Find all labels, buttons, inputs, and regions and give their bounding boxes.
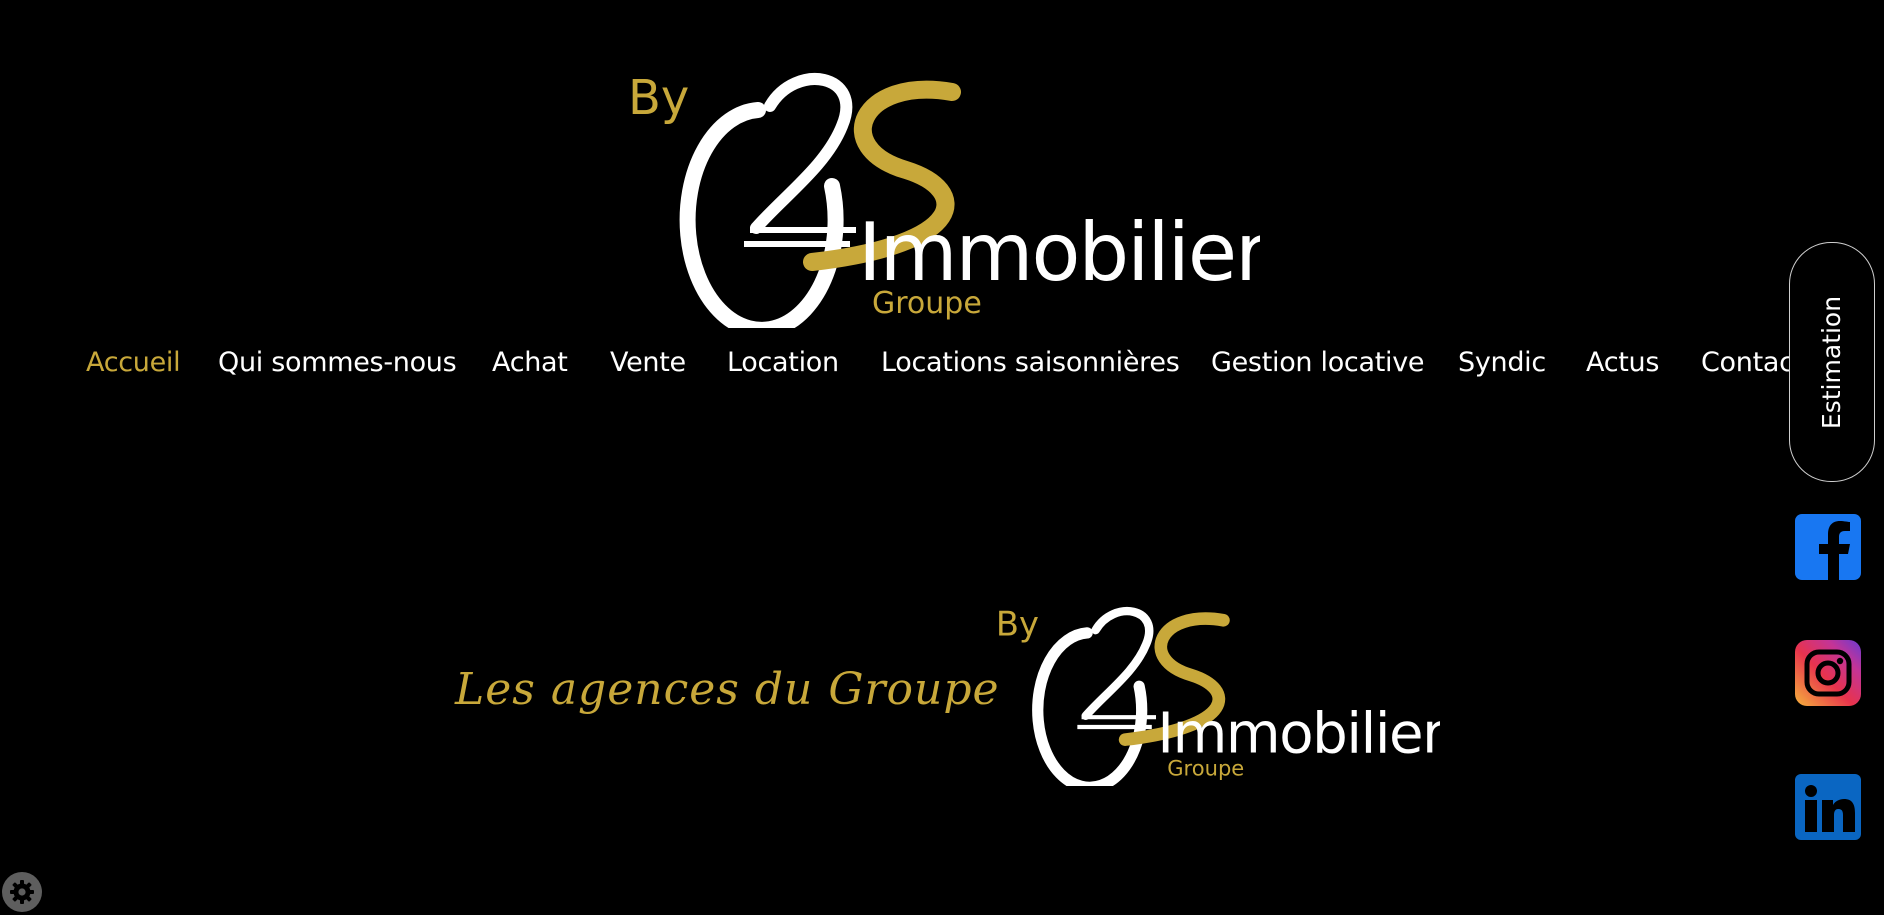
nav-item-qui-sommes-nous[interactable]: Qui sommes-nous <box>218 338 457 388</box>
nav-item-vente[interactable]: Vente <box>610 338 686 388</box>
estimation-button[interactable]: Estimation <box>1789 242 1875 482</box>
nav-item-accueil[interactable]: Accueil <box>86 338 181 388</box>
linkedin-link[interactable] <box>1795 774 1861 840</box>
logo-group: Groupe <box>872 286 982 321</box>
instagram-link[interactable] <box>1795 640 1861 706</box>
nav-item-locations-saisonnieres[interactable]: Locations saisonnières <box>881 338 1180 388</box>
hero-logo-by: By <box>996 605 1039 644</box>
site-logo[interactable]: By Immobilier Groupe <box>620 66 1260 328</box>
facebook-icon <box>1795 514 1861 580</box>
main-nav: Accueil Qui sommes-nous Achat Vente Loca… <box>0 338 1884 388</box>
instagram-icon <box>1795 640 1861 706</box>
nav-item-achat[interactable]: Achat <box>492 338 568 388</box>
nav-item-location[interactable]: Location <box>727 338 839 388</box>
nav-item-gestion-locative[interactable]: Gestion locative <box>1211 338 1425 388</box>
nav-item-syndic[interactable]: Syndic <box>1458 338 1546 388</box>
linkedin-icon <box>1795 774 1861 840</box>
estimation-label: Estimation <box>1817 295 1847 429</box>
cookie-settings-button[interactable] <box>2 872 42 912</box>
gear-icon <box>10 880 34 904</box>
facebook-link[interactable] <box>1795 514 1861 580</box>
hero-title: Les agences du Groupe <box>455 664 1000 715</box>
hero-logo-group: Groupe <box>1167 755 1244 780</box>
hero-logo: By Immobilier Groupe <box>996 605 1440 786</box>
nav-item-actus[interactable]: Actus <box>1586 338 1659 388</box>
logo-by: By <box>628 70 689 126</box>
